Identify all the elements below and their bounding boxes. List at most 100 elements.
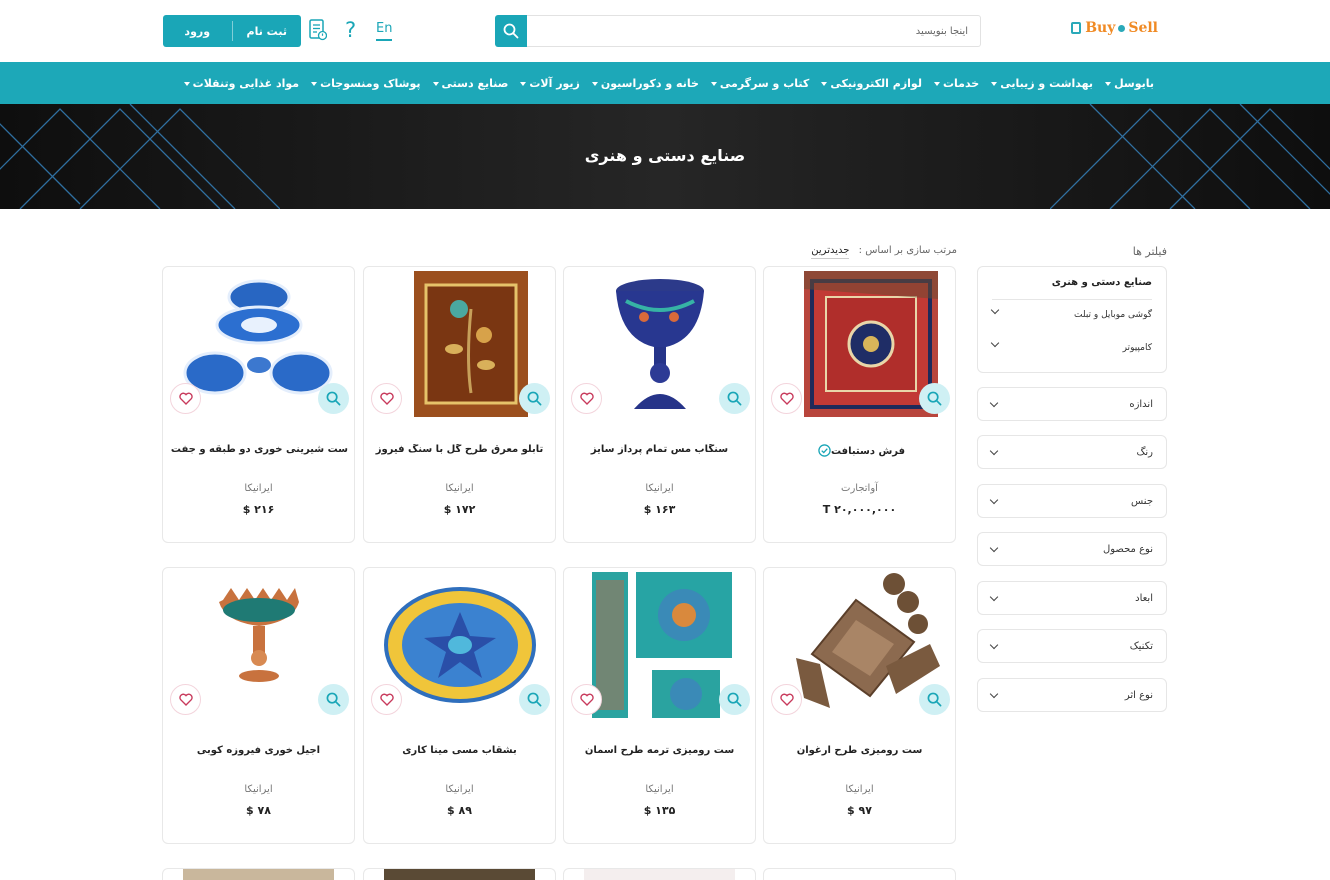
product-card[interactable]: فرش دستبافت آواتجارت T ۲۰,۰۰۰,۰۰۰ — [763, 266, 956, 543]
invoice-icon[interactable] — [309, 19, 327, 41]
favorite-button[interactable] — [771, 383, 802, 414]
quick-view-button[interactable] — [719, 383, 750, 414]
product-name[interactable]: تابلو معرق طرح گل با سنگ فیروز — [370, 444, 549, 455]
sort-label: مرتب سازی بر اساس : — [858, 245, 957, 256]
filter-label: نوع اثر — [1124, 689, 1153, 701]
search-icon — [927, 692, 942, 707]
product-seller[interactable]: ایرانیکا — [564, 784, 755, 795]
nav-item[interactable]: بایوسل — [1105, 77, 1154, 90]
product-name[interactable]: آجیل خوری فیروزه کوبی — [169, 745, 348, 756]
quick-view-button[interactable] — [719, 684, 750, 715]
nav-item[interactable]: خانه و دکوراسیون — [591, 77, 699, 90]
nav-item[interactable]: کتاب و سرگرمی — [710, 76, 810, 90]
product-price: $ ۹۷ — [847, 804, 872, 817]
quick-view-button[interactable] — [318, 383, 349, 414]
caret-down-icon — [591, 82, 598, 86]
filter-row[interactable]: ابعاد — [977, 581, 1167, 615]
product-name[interactable]: بشقاب مسی مینا کاری — [370, 745, 549, 756]
heart-icon — [579, 693, 594, 706]
nav-items: مواد غذایی وتنقلات پوشاک ومنسوجات صنایع دس… — [183, 62, 1154, 104]
product-name[interactable]: ست رومیزی ترمه طرح آسمان — [570, 745, 749, 756]
product-card[interactable]: بشقاب مسی مینا کاری ایرانیکا $ ۸۹ — [363, 567, 556, 844]
quick-view-button[interactable] — [519, 684, 550, 715]
product-name[interactable]: سنگاب مس تمام پرداز سایز — [570, 444, 749, 455]
caret-down-icon — [710, 82, 717, 86]
filter-row[interactable]: اندازه — [977, 387, 1167, 421]
nav-item[interactable]: لوازم الکترونیکی — [821, 77, 922, 90]
quick-view-button[interactable] — [318, 684, 349, 715]
chevron-down-icon — [989, 640, 999, 649]
product-seller[interactable]: آواتجارت — [764, 483, 955, 494]
filter-label: اندازه — [1129, 398, 1153, 410]
product-card[interactable]: ست رومیزی ترمه طرح آسمان ایرانیکا $ ۱۳۵ — [563, 567, 756, 844]
help-icon[interactable]: ? — [345, 18, 356, 42]
filter-row[interactable]: جنس — [977, 484, 1167, 518]
sort-value[interactable]: جدیدترین — [811, 245, 850, 259]
product-seller[interactable]: ایرانیکا — [764, 784, 955, 795]
nav-item[interactable]: صنایع دستی — [432, 77, 508, 90]
product-seller[interactable]: ایرانیکا — [163, 483, 354, 494]
product-name-text: تابلو معرق طرح گل با سنگ فیروز — [375, 444, 544, 455]
product-seller[interactable]: ایرانیکا — [364, 483, 555, 494]
search-input[interactable] — [527, 15, 981, 47]
chevron-down-icon — [989, 592, 999, 601]
nav-item[interactable]: بهداشت و زیبایی — [991, 77, 1093, 90]
favorite-button[interactable] — [170, 684, 201, 715]
sort-control[interactable]: مرتب سازی بر اساس : جدیدترین — [811, 245, 957, 259]
heart-icon — [379, 392, 394, 405]
nav-item[interactable]: پوشاک ومنسوجات — [311, 77, 421, 90]
product-seller[interactable]: ایرانیکا — [364, 784, 555, 795]
filter-row[interactable]: نوع محصول — [977, 532, 1167, 566]
product-card[interactable]: سنگاب مس تمام پرداز سایز ایرانیکا $ ۱۶۳ — [563, 266, 756, 543]
search-icon — [527, 692, 542, 707]
search-button[interactable] — [495, 15, 527, 47]
category-banner: صنایع دستی و هنری — [0, 104, 1330, 209]
chevron-down-icon — [990, 338, 1000, 348]
product-seller[interactable]: ایرانیکا — [564, 483, 755, 494]
product-seller[interactable]: ایرانیکا — [163, 784, 354, 795]
favorite-button[interactable] — [571, 383, 602, 414]
nav-item[interactable]: خدمات — [933, 77, 979, 90]
product-price: $ ۱۷۲ — [443, 503, 476, 516]
filter-row[interactable]: تکنیک — [977, 629, 1167, 663]
filter-row[interactable]: رنگ — [977, 435, 1167, 469]
product-price: T ۲۰,۰۰۰,۰۰۰ — [822, 503, 897, 516]
login-button[interactable]: ورود — [163, 15, 232, 47]
filter-label: تکنیک — [1129, 640, 1153, 652]
product-name[interactable]: فرش دستبافت — [770, 444, 949, 457]
product-card-partial — [363, 868, 556, 880]
register-button[interactable]: ثبت نام — [233, 15, 302, 47]
product-name-text: سنگاب مس تمام پرداز سایز — [590, 444, 729, 455]
nav-item[interactable]: مواد غذایی وتنقلات — [183, 77, 299, 90]
search-icon — [927, 391, 942, 406]
nav-item-label: کتاب و سرگرمی — [719, 76, 810, 90]
favorite-button[interactable] — [371, 684, 402, 715]
heart-icon — [178, 392, 193, 405]
favorite-button[interactable] — [371, 383, 402, 414]
product-card[interactable]: ست شیرینی خوری دو طبقه و جفت ب ایرانیکا $ … — [162, 266, 355, 543]
category-sub-computer[interactable]: کامپیوتر — [990, 338, 1152, 353]
favorite-button[interactable] — [571, 684, 602, 715]
caret-down-icon — [991, 82, 998, 86]
product-card[interactable]: ست رومیزی طرح ارغوان ایرانیکا $ ۹۷ — [763, 567, 956, 844]
quick-view-button[interactable] — [919, 383, 950, 414]
category-title[interactable]: صنایع دستی و هنری — [1052, 277, 1152, 288]
language-switch[interactable]: En — [376, 21, 393, 41]
favorite-button[interactable] — [771, 684, 802, 715]
logo[interactable]: Buy Sell — [1071, 20, 1158, 36]
product-card[interactable]: آجیل خوری فیروزه کوبی ایرانیکا $ ۷۸ — [162, 567, 355, 844]
filter-row[interactable]: نوع اثر — [977, 678, 1167, 712]
product-card-partial — [563, 868, 756, 880]
heart-icon — [779, 693, 794, 706]
search-icon — [727, 692, 742, 707]
nav-item[interactable]: زیور آلات — [520, 77, 580, 90]
favorite-button[interactable] — [170, 383, 201, 414]
category-sub-mobile[interactable]: گوشی موبایل و تبلت — [990, 305, 1152, 320]
product-card[interactable]: تابلو معرق طرح گل با سنگ فیروز ایرانیکا $ … — [363, 266, 556, 543]
product-name[interactable]: ست رومیزی طرح ارغوان — [770, 745, 949, 756]
product-name[interactable]: ست شیرینی خوری دو طبقه و جفت ب — [169, 444, 348, 455]
filter-label: رنگ — [1136, 446, 1153, 458]
heart-icon — [579, 392, 594, 405]
quick-view-button[interactable] — [519, 383, 550, 414]
quick-view-button[interactable] — [919, 684, 950, 715]
